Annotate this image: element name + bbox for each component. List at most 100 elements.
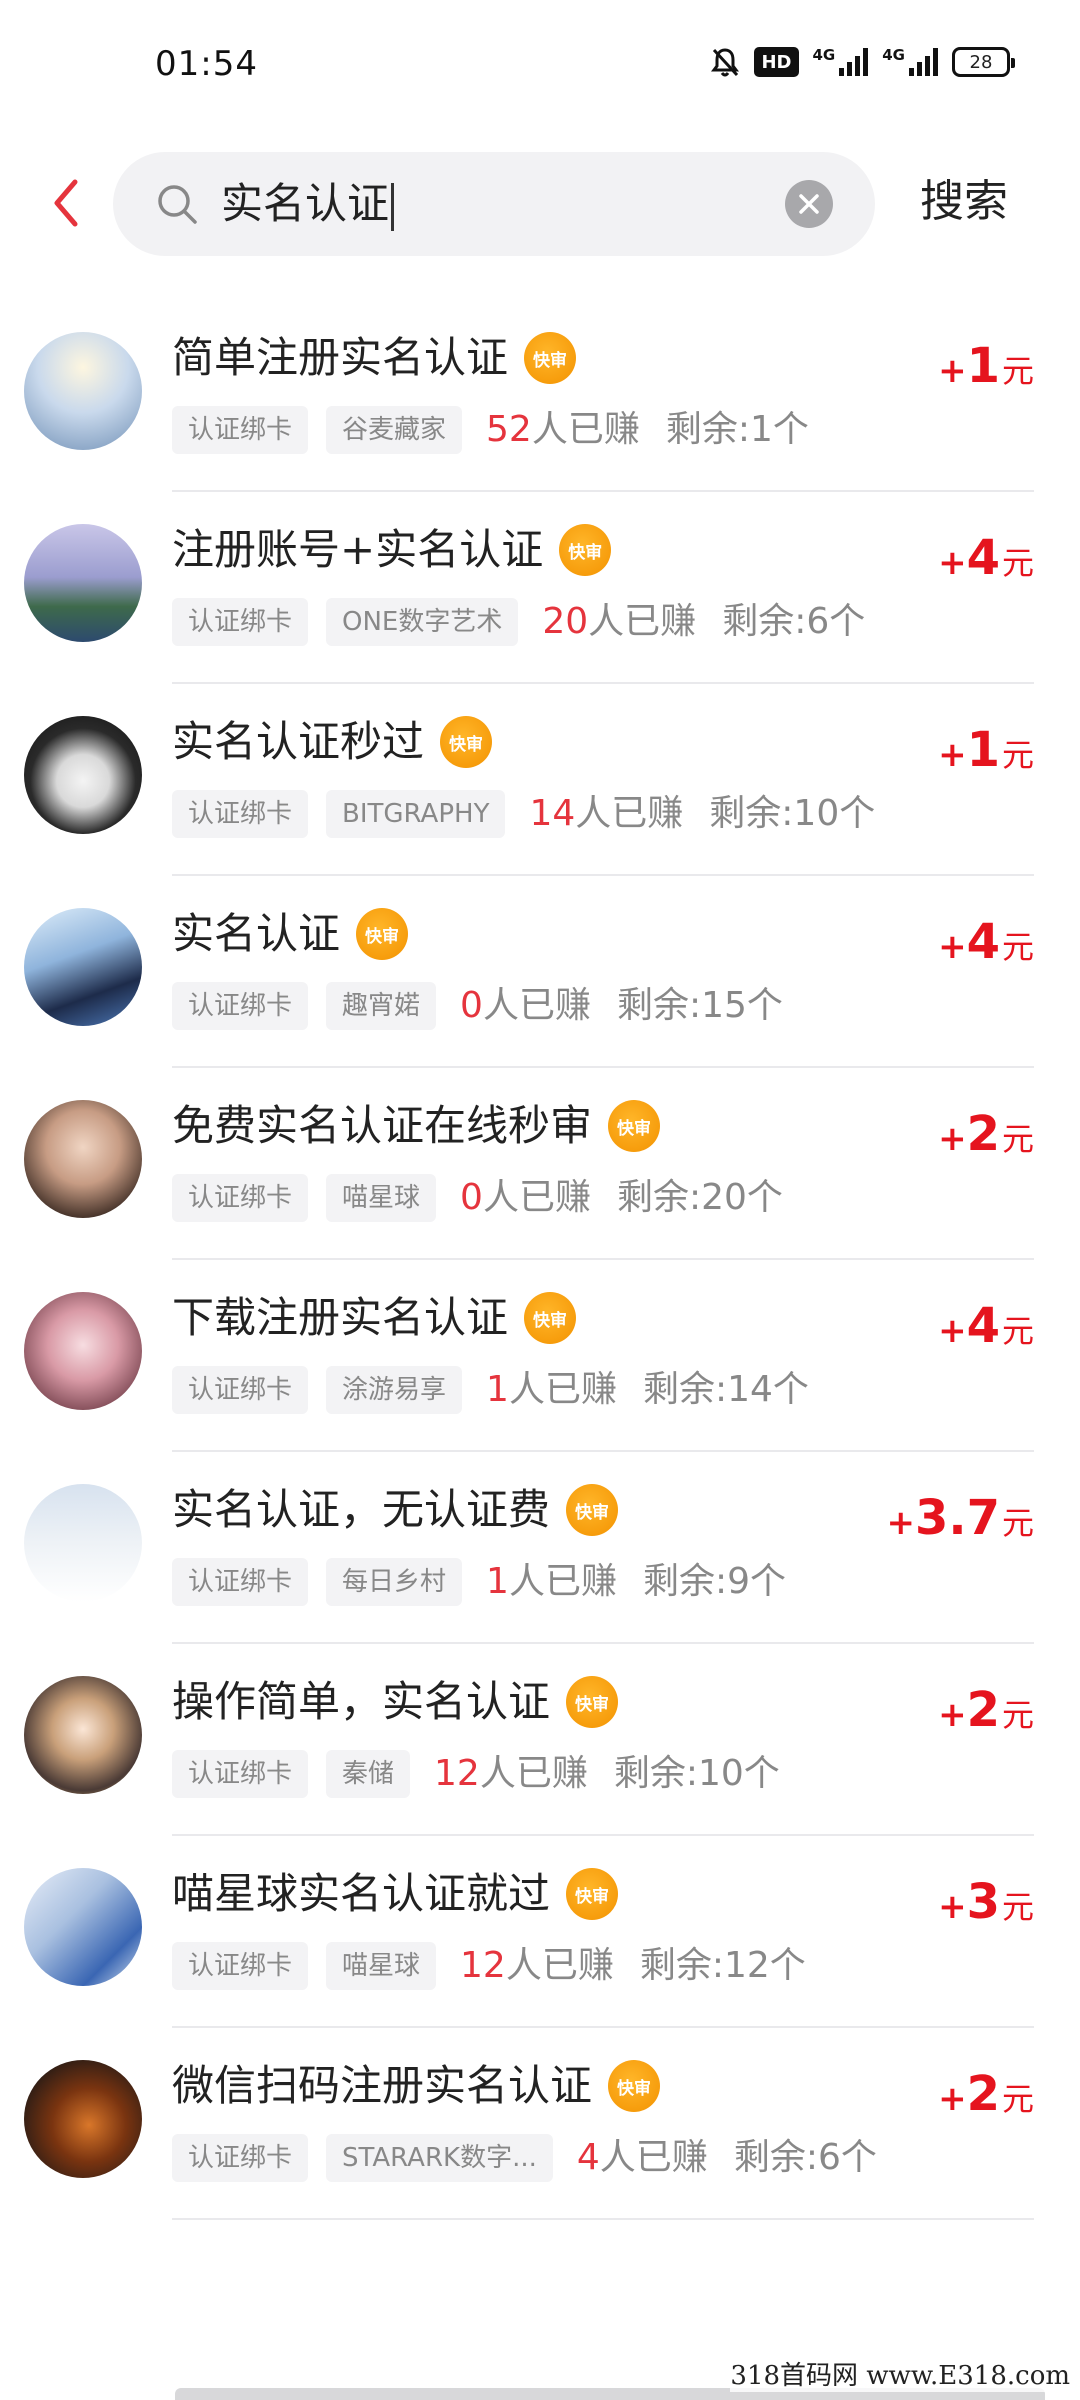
avatar [24, 2060, 142, 2178]
back-button[interactable] [38, 172, 94, 234]
task-title-wrap: 实名认证，无认证费 快审 [172, 1482, 619, 1538]
task-tag: 认证绑卡 [172, 1558, 309, 1606]
fast-review-badge: 快审 [608, 1100, 661, 1152]
task-tag: 喵星球 [326, 1942, 437, 1990]
earned-count: 14人已赚 [529, 790, 683, 838]
reward-price: +3.7 元 [886, 1490, 1034, 1546]
avatar [24, 1484, 142, 1602]
task-title: 下载注册实名认证 [172, 1293, 509, 1342]
signal-icon: 4G [813, 46, 869, 76]
earned-suffix: 人已赚 [482, 1177, 591, 1218]
chevron-left-icon [54, 179, 78, 227]
remaining-count: 剩余:14个 [642, 1369, 809, 1410]
avatar [24, 716, 142, 834]
task-title: 实名认证 [172, 909, 341, 958]
task-meta: 认证绑卡 喵星球 0人已赚 剩余:20个 [172, 1174, 783, 1222]
text-caret [391, 182, 395, 231]
fast-review-badge: 快审 [440, 716, 493, 768]
avatar [24, 332, 142, 450]
reward-plus-sign: + [938, 735, 967, 775]
earned-suffix: 人已赚 [479, 1753, 588, 1794]
avatar [24, 1292, 142, 1410]
earned-suffix: 人已赚 [508, 1369, 617, 1410]
search-button[interactable]: 搜索 [920, 174, 1008, 230]
task-meta: 认证绑卡 STARARK数字... 4人已赚 剩余:6个 [172, 2134, 877, 2182]
status-icons: HD 4G 4G 28 [710, 46, 1015, 78]
earned-number: 0 [460, 985, 483, 1026]
reward-unit: 元 [1001, 1312, 1034, 1350]
task-title-wrap: 实名认证秒过 快审 [172, 714, 493, 770]
fast-review-badge: 快审 [559, 524, 612, 576]
clear-button[interactable] [785, 180, 833, 228]
fast-review-badge: 快审 [356, 908, 409, 960]
avatar [24, 1676, 142, 1794]
earned-count: 52人已赚 [486, 406, 640, 454]
reward-value: 3 [966, 1874, 1000, 1930]
task-title: 免费实名认证在线秒审 [172, 1101, 593, 1150]
task-title: 简单注册实名认证 [172, 333, 509, 382]
reward-value: 3.7 [914, 1490, 1000, 1546]
search-header: 实名认证 搜索 [0, 150, 1080, 260]
reward-unit: 元 [1001, 1504, 1034, 1542]
reward-value: 2 [966, 2066, 1000, 2122]
reward-plus-sign: + [938, 927, 967, 967]
reward-plus-sign: + [938, 1119, 967, 1159]
earned-number: 1 [486, 1561, 509, 1602]
reward-value: 1 [966, 338, 1000, 394]
fast-review-badge: 快审 [608, 2060, 661, 2112]
reward-plus-sign: + [938, 1695, 967, 1735]
earned-count: 1人已赚 [486, 1366, 617, 1414]
earned-count: 1人已赚 [486, 1558, 617, 1606]
avatar [24, 908, 142, 1026]
watermark: 318首码网 www.E318.com [730, 2355, 1070, 2392]
task-row[interactable]: 注册账号+实名认证 快审 认证绑卡 ONE数字艺术 20人已赚 剩余:6个 +4 元 [0, 492, 1080, 684]
reward-plus-sign: + [938, 1887, 967, 1927]
hd-voice-icon: HD [754, 47, 799, 77]
task-row[interactable]: 实名认证，无认证费 快审 认证绑卡 每日乡村 1人已赚 剩余:9个 +3.7 元 [0, 1452, 1080, 1644]
remaining-count: 剩余:9个 [642, 1561, 786, 1602]
task-tag: STARARK数字... [326, 2134, 553, 2182]
task-row[interactable]: 实名认证秒过 快审 认证绑卡 BITGRAPHY 14人已赚 剩余:10个 +1 元 [0, 684, 1080, 876]
task-tag: 认证绑卡 [172, 1942, 309, 1990]
task-tag: 认证绑卡 [172, 2134, 309, 2182]
fast-review-badge: 快审 [566, 1484, 619, 1536]
reward-value: 4 [966, 530, 1000, 586]
task-tag: 认证绑卡 [172, 406, 309, 454]
earned-count: 0人已赚 [460, 1174, 591, 1222]
earned-count: 20人已赚 [542, 598, 696, 646]
task-title-wrap: 下载注册实名认证 快审 [172, 1290, 577, 1346]
earned-number: 1 [486, 1369, 509, 1410]
reward-unit: 元 [1001, 352, 1034, 390]
task-title: 喵星球实名认证就过 [172, 1869, 551, 1918]
earned-suffix: 人已赚 [505, 1945, 614, 1986]
task-row[interactable]: 简单注册实名认证 快审 认证绑卡 谷麦藏家 52人已赚 剩余:1个 +1 元 [0, 300, 1080, 492]
task-row[interactable]: 喵星球实名认证就过 快审 认证绑卡 喵星球 12人已赚 剩余:12个 +3 元 [0, 1836, 1080, 2028]
reward-price: +2 元 [938, 2066, 1034, 2122]
earned-count: 0人已赚 [460, 982, 591, 1030]
fast-review-badge: 快审 [524, 332, 577, 384]
reward-price: +1 元 [938, 338, 1034, 394]
remaining-count: 剩余:6个 [733, 2137, 877, 2178]
remaining-count: 剩余:6个 [722, 601, 866, 642]
reward-price: +1 元 [938, 722, 1034, 778]
task-row[interactable]: 微信扫码注册实名认证 快审 认证绑卡 STARARK数字... 4人已赚 剩余:6个 +2 元 [0, 2028, 1080, 2220]
remaining-count: 剩余:1个 [665, 409, 809, 450]
task-meta: 认证绑卡 涂游易享 1人已赚 剩余:14个 [172, 1366, 809, 1414]
reward-value: 4 [966, 914, 1000, 970]
reward-price: +3 元 [938, 1874, 1034, 1930]
task-tag: 涂游易享 [326, 1366, 463, 1414]
task-tag: BITGRAPHY [326, 790, 506, 838]
earned-number: 52 [486, 409, 532, 450]
task-tag: 认证绑卡 [172, 598, 309, 646]
reward-price: +4 元 [938, 1298, 1034, 1354]
task-row[interactable]: 操作简单，实名认证 快审 认证绑卡 秦储 12人已赚 剩余:10个 +2 元 [0, 1644, 1080, 1836]
task-row[interactable]: 下载注册实名认证 快审 认证绑卡 涂游易享 1人已赚 剩余:14个 +4 元 [0, 1260, 1080, 1452]
reward-plus-sign: + [886, 1503, 915, 1543]
earned-suffix: 人已赚 [482, 985, 591, 1026]
task-row[interactable]: 免费实名认证在线秒审 快审认证绑卡 喵星球 0人已赚 剩余:20个 +2 元 [0, 1068, 1080, 1260]
search-input[interactable]: 实名认证 [113, 152, 875, 256]
task-row[interactable]: 实名认证 快审 认证绑卡 趣宵婼 0人已赚 剩余:15个 +4 元 [0, 876, 1080, 1068]
reward-price: +2 元 [938, 1106, 1034, 1162]
task-tag: 趣宵婼 [326, 982, 437, 1030]
mute-bell-icon [710, 46, 740, 78]
